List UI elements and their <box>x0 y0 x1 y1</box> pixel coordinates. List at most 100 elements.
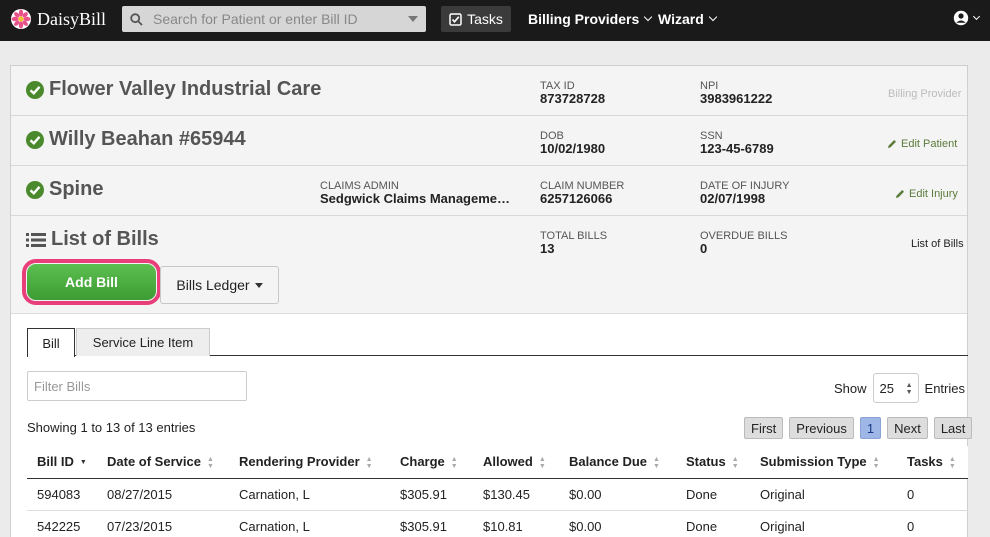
column-header-date-of-service[interactable]: Date of Service ▲ ▼ <box>97 446 229 479</box>
column-label: Status <box>686 453 726 469</box>
column-label: Balance Due <box>569 453 648 469</box>
tab-bill-label: Bill <box>42 335 60 351</box>
chevron-down-icon <box>644 12 653 22</box>
table-header-row: Bill ID ▼ Date of Service ▲ ▼ Rendering Pro… <box>27 446 968 479</box>
column-header-bill-id[interactable]: Bill ID ▼ <box>27 446 97 479</box>
provider-name: Flower Valley Industrial Care <box>49 78 322 100</box>
injury-row: Spine CLAIMS ADMIN Sedgwick Claims Manag… <box>11 166 967 216</box>
column-label: Rendering Provider <box>239 453 360 469</box>
date-of-injury-field: DATE OF INJURY 02/07/1998 <box>700 180 789 206</box>
billing-provider-row: Flower Valley Industrial Care TAX ID 873… <box>11 66 967 116</box>
show-label: Show <box>834 380 867 396</box>
check-circle-icon <box>26 130 44 149</box>
cell-tasks: 0 <box>897 478 968 511</box>
total-bills-value: 13 <box>540 241 555 256</box>
cell-bill-id[interactable]: 594083 <box>27 478 97 511</box>
add-bill-button[interactable]: Add Bill <box>27 264 156 300</box>
cell-bill-id[interactable]: 542225 <box>27 510 97 537</box>
tasks-label: Tasks <box>467 11 503 27</box>
cell-charge: $305.91 <box>390 510 473 537</box>
column-header-rendering-provider[interactable]: Rendering Provider ▲ ▼ <box>229 446 390 479</box>
column-label: Tasks <box>907 453 943 469</box>
tab-service-line-item[interactable]: Service Line Item <box>76 328 210 356</box>
overdue-bills-label: OVERDUE BILLS <box>700 230 788 242</box>
ssn-field: SSN 123-45-6789 <box>700 130 774 156</box>
last-page-button[interactable]: Last <box>933 417 973 439</box>
total-bills-field: TOTAL BILLS 13 <box>540 230 607 256</box>
sort-icon: ▲ ▼ <box>365 455 373 470</box>
tab-bill[interactable]: Bill <box>27 328 75 357</box>
check-square-icon <box>449 12 462 26</box>
patient-search[interactable] <box>122 6 426 32</box>
tasks-button[interactable]: Tasks <box>441 6 511 32</box>
patient-title: Willy Beahan #65944 <box>26 128 246 151</box>
bills-ledger-label: Bills Ledger <box>176 277 250 293</box>
claim-number-field: CLAIM NUMBER 6257126066 <box>540 180 624 206</box>
showing-entries-text: Showing 1 to 13 of 13 entries <box>27 420 196 435</box>
stepper-arrows-icon: ▲ ▼ <box>905 382 913 396</box>
edit-patient-link[interactable]: Edit Patient <box>887 138 957 150</box>
list-of-bills-label: List of Bills <box>911 238 964 250</box>
daisy-logo-icon <box>11 9 31 29</box>
sort-icon: ▲ ▼ <box>538 455 546 470</box>
cell-tasks: 0 <box>897 510 968 537</box>
cell-charge: $305.91 <box>390 478 473 511</box>
cell-allowed: $130.45 <box>473 478 559 511</box>
cell-status: Done <box>676 478 750 511</box>
column-label: Charge <box>400 453 445 469</box>
patient-name: Willy Beahan #65944 <box>49 128 246 150</box>
billing-provider-link-label: Billing Provider <box>888 88 962 100</box>
pagination: First Previous 1 Next Last <box>744 417 973 439</box>
sort-icon: ▲ ▼ <box>731 455 739 470</box>
column-header-tasks[interactable]: Tasks ▲ ▼ <box>897 446 968 479</box>
next-page-button[interactable]: Next <box>887 417 928 439</box>
claims-admin-value: Sedgwick Claims Manageme… <box>320 191 511 206</box>
column-header-charge[interactable]: Charge ▲ ▼ <box>390 446 473 479</box>
date-of-injury-value: 02/07/1998 <box>700 191 766 206</box>
tax-id-value: 873728728 <box>540 91 606 106</box>
billing-providers-menu[interactable]: Billing Providers <box>528 11 653 27</box>
column-header-status[interactable]: Status ▲ ▼ <box>676 446 750 479</box>
column-header-submission-type[interactable]: Submission Type ▲ ▼ <box>750 446 897 479</box>
edit-injury-label: Edit Injury <box>909 188 958 200</box>
user-menu[interactable] <box>953 10 981 26</box>
chevron-down-icon <box>708 12 718 22</box>
provider-title: Flower Valley Industrial Care <box>26 78 321 101</box>
filter-bills-input[interactable] <box>27 371 247 401</box>
cell-balance-due: $0.00 <box>559 510 676 537</box>
bills-table: Bill ID ▼ Date of Service ▲ ▼ Rendering Pro… <box>27 446 968 537</box>
first-page-button[interactable]: First <box>744 417 784 439</box>
table-row[interactable]: 542225 07/23/2015 Carnation, L $305.91 $… <box>27 510 968 537</box>
sort-icon: ▲ ▼ <box>450 455 458 470</box>
bills-title-text: List of Bills <box>51 228 159 250</box>
wizard-menu[interactable]: Wizard <box>658 11 718 27</box>
brand-logo[interactable]: DaisyBill <box>10 7 106 31</box>
tax-id-field: TAX ID 873728728 <box>540 80 605 106</box>
search-dropdown-icon[interactable] <box>408 16 418 22</box>
cell-balance-due: $0.00 <box>559 478 676 511</box>
column-header-allowed[interactable]: Allowed ▲ ▼ <box>473 446 559 479</box>
bills-ledger-button[interactable]: Bills Ledger <box>160 266 279 304</box>
table-row[interactable]: 594083 08/27/2015 Carnation, L $305.91 $… <box>27 478 968 511</box>
previous-page-button[interactable]: Previous <box>789 417 854 439</box>
search-icon <box>130 12 143 26</box>
column-header-balance-due[interactable]: Balance Due ▲ ▼ <box>559 446 676 479</box>
search-input[interactable] <box>153 11 393 27</box>
claim-number-value: 6257126066 <box>540 191 613 206</box>
column-label: Allowed <box>483 453 533 469</box>
list-of-bills-link: List of Bills <box>911 238 964 250</box>
npi-value: 3983961222 <box>700 91 773 106</box>
cell-status: Done <box>676 510 750 537</box>
add-bill-label: Add Bill <box>65 274 118 290</box>
page-size-select[interactable]: 25 ▲ ▼ <box>872 373 919 403</box>
cell-submission-type: Original <box>750 478 897 511</box>
column-label: Submission Type <box>760 453 867 469</box>
injury-title: Spine <box>26 178 103 201</box>
check-circle-icon <box>26 180 44 199</box>
bills-title: List of Bills <box>26 228 159 251</box>
entries-label: Entries <box>924 380 965 396</box>
edit-injury-link[interactable]: Edit Injury <box>895 188 958 200</box>
billing-provider-link[interactable]: Billing Provider <box>888 88 961 100</box>
current-page-button[interactable]: 1 <box>859 417 882 439</box>
injury-name: Spine <box>49 178 104 200</box>
